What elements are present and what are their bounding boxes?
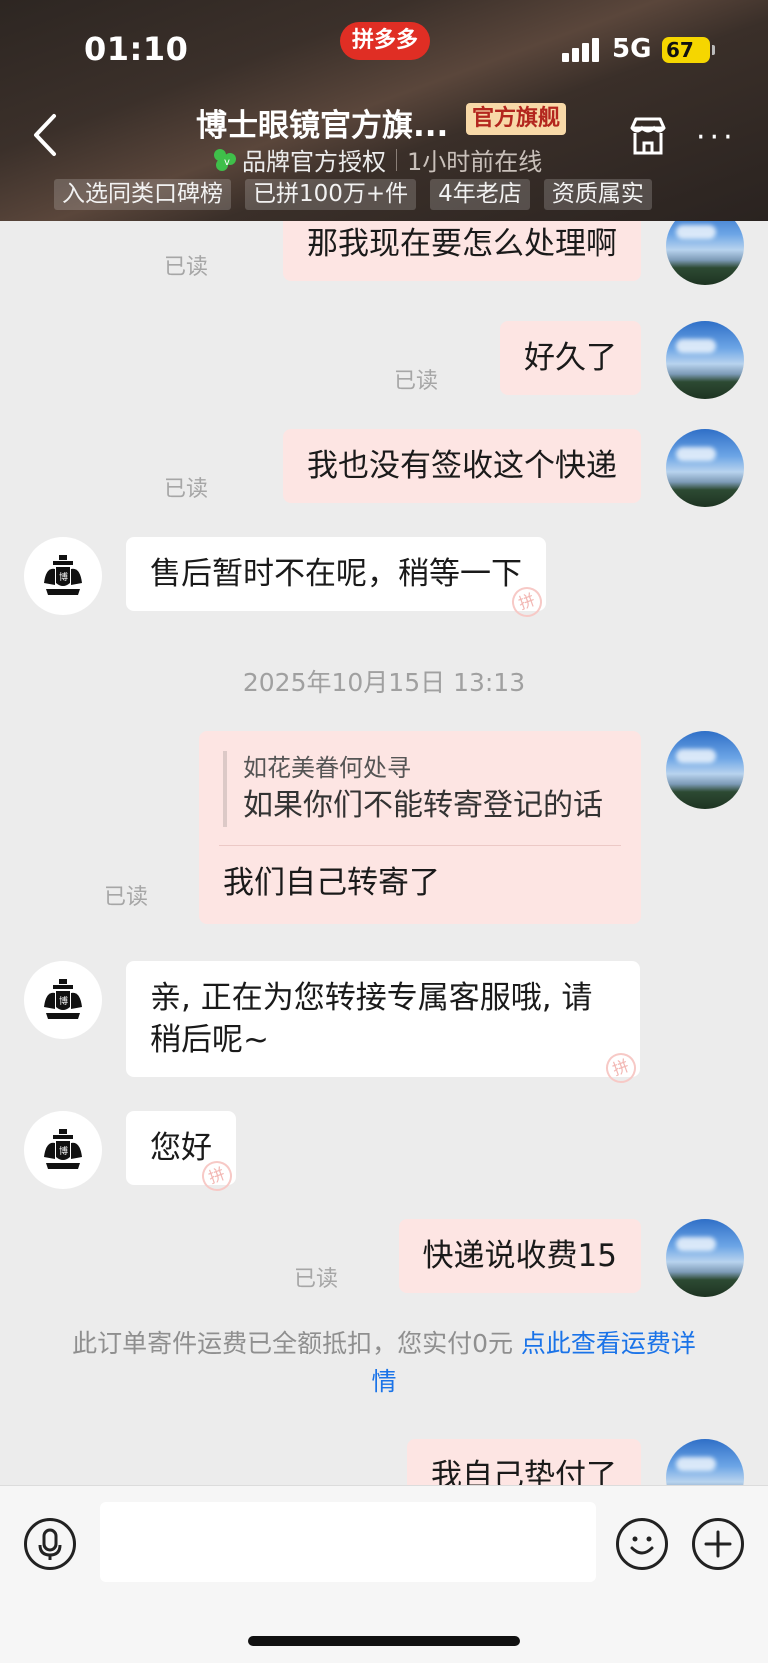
message-text: 您好 bbox=[150, 1130, 212, 1166]
read-label: 已读 bbox=[293, 1267, 338, 1292]
read-label: 已读 bbox=[163, 477, 208, 502]
brand-auth-row: v 品牌官方授权 1小时前在线 bbox=[212, 142, 542, 177]
message-bubble[interactable]: 亲, 正在为您转接专属客服哦, 请 稍后呢~ 拼 bbox=[126, 961, 641, 1088]
user-avatar[interactable] bbox=[666, 731, 744, 809]
message-outgoing: 已读 我也没有签收这个快递 bbox=[0, 429, 768, 509]
svg-text:博: 博 bbox=[59, 571, 68, 583]
message-text: 我们自己转寄了 bbox=[223, 865, 440, 901]
online-status: 1小时前在线 bbox=[407, 148, 543, 176]
verified-icon: v bbox=[214, 148, 236, 171]
crest-icon: 博 bbox=[44, 1129, 82, 1169]
shop-avatar[interactable]: 博 bbox=[24, 961, 102, 1039]
message-text-line: 亲, 正在为您转接专属客服哦, 请 bbox=[150, 980, 593, 1016]
network-label: 5G bbox=[612, 34, 652, 64]
message-bubble[interactable]: 那我现在要怎么处理啊 bbox=[283, 221, 641, 281]
user-avatar[interactable] bbox=[666, 321, 744, 399]
message-outgoing: 已读 如花美眷何处寻 如果你们不能转寄登记的话 我们自己转寄了 bbox=[0, 731, 768, 924]
shop-tag: 4年老店 bbox=[430, 179, 530, 210]
crest-icon: 博 bbox=[44, 555, 82, 595]
message-bubble[interactable]: 如花美眷何处寻 如果你们不能转寄登记的话 我们自己转寄了 bbox=[199, 731, 641, 924]
pinduoduo-logo: 拼多多 bbox=[340, 22, 430, 60]
message-outgoing: 已读 好久了 bbox=[0, 321, 768, 401]
message-timestamp: 2025年10月15日 13:13 bbox=[242, 668, 526, 697]
shop-tag: 入选同类口碑榜 bbox=[54, 179, 231, 210]
shop-avatar[interactable]: 博 bbox=[24, 537, 102, 615]
signal-icon bbox=[562, 38, 600, 62]
microphone-icon bbox=[38, 1528, 62, 1560]
divider bbox=[219, 845, 621, 846]
home-indicator[interactable] bbox=[248, 1636, 520, 1646]
shop-tag: 已拼100万+件 bbox=[245, 179, 417, 210]
message-bubble[interactable]: 我自己垫付了 bbox=[407, 1439, 641, 1485]
divider bbox=[396, 148, 397, 171]
shop-tag: 资质属实 bbox=[543, 179, 652, 210]
message-outgoing: 已读 快递说收费15 bbox=[0, 1219, 768, 1299]
shop-avatar[interactable]: 博 bbox=[24, 1111, 102, 1189]
user-avatar[interactable] bbox=[666, 221, 744, 285]
message-outgoing: 我自己垫付了 bbox=[0, 1439, 768, 1485]
shop-tags: 入选同类口碑榜 已拼100万+件 4年老店 资质属实 bbox=[54, 179, 652, 210]
message-incoming: 博 亲, 正在为您转接专属客服哦, 请 稍后呢~ 拼 bbox=[0, 961, 768, 1088]
message-text: 售后暂时不在呢，稍等一下 bbox=[150, 556, 522, 592]
message-bubble[interactable]: 您好 拼 bbox=[126, 1111, 237, 1196]
shop-name[interactable]: 博士眼镜官方旗... bbox=[196, 100, 448, 145]
back-icon[interactable] bbox=[26, 110, 66, 160]
svg-text:博: 博 bbox=[59, 1145, 68, 1157]
notice-text: 此订单寄件运费已全额抵扣，您实付0元 bbox=[72, 1329, 521, 1358]
battery-level: 67 bbox=[666, 38, 694, 62]
more-functions-button[interactable] bbox=[692, 1518, 744, 1570]
quote-text: 如果你们不能转寄登记的话 bbox=[243, 788, 603, 823]
official-store-tag: 官方旗舰 bbox=[466, 103, 567, 135]
user-avatar[interactable] bbox=[666, 1219, 744, 1297]
status-time: 01:10 bbox=[84, 30, 189, 68]
read-label: 已读 bbox=[393, 369, 438, 394]
chat-header: 01:10 拼多多 5G 67 博士眼镜官方旗... 官方旗舰 v 品牌官方授权… bbox=[0, 0, 768, 221]
read-label: 已读 bbox=[103, 885, 148, 910]
emoji-button[interactable] bbox=[616, 1518, 668, 1570]
read-label: 已读 bbox=[163, 255, 208, 280]
quoted-message[interactable]: 如花美眷何处寻 如果你们不能转寄登记的话 bbox=[223, 751, 617, 827]
user-avatar[interactable] bbox=[666, 429, 744, 507]
message-bubble[interactable]: 快递说收费15 bbox=[398, 1219, 641, 1293]
svg-text:博: 博 bbox=[59, 995, 68, 1007]
emoji-icon bbox=[630, 1536, 654, 1555]
input-bar bbox=[0, 1485, 768, 1663]
message-input[interactable] bbox=[100, 1502, 596, 1582]
message-bubble[interactable]: 我也没有签收这个快递 bbox=[283, 429, 641, 503]
chat-messages[interactable]: 已读 那我现在要怎么处理啊 已读 好久了 已读 我也没有签收这个快递 博 售后暂… bbox=[0, 221, 768, 1485]
brand-auth-label: 品牌官方授权 bbox=[242, 148, 386, 176]
message-text-line: 稍后呢~ bbox=[150, 1022, 269, 1058]
message-incoming: 博 售后暂时不在呢，稍等一下 拼 bbox=[0, 537, 768, 622]
more-icon[interactable]: ··· bbox=[696, 120, 736, 155]
svg-text:v: v bbox=[224, 157, 230, 168]
crest-icon: 博 bbox=[44, 979, 82, 1019]
voice-button[interactable] bbox=[24, 1518, 76, 1570]
message-bubble[interactable]: 售后暂时不在呢，稍等一下 拼 bbox=[126, 537, 547, 622]
battery-icon: 67 bbox=[662, 37, 715, 63]
message-bubble[interactable]: 好久了 bbox=[500, 321, 641, 395]
message-outgoing: 已读 那我现在要怎么处理啊 bbox=[0, 221, 768, 297]
quote-author: 如花美眷何处寻 bbox=[243, 754, 411, 782]
message-incoming: 博 您好 拼 bbox=[0, 1111, 768, 1196]
store-icon[interactable] bbox=[626, 114, 670, 158]
user-avatar[interactable] bbox=[666, 1439, 744, 1485]
shipping-notice: 此订单寄件运费已全额抵扣，您实付0元 点此查看运费详情 bbox=[60, 1325, 708, 1401]
plus-icon bbox=[704, 1530, 732, 1558]
